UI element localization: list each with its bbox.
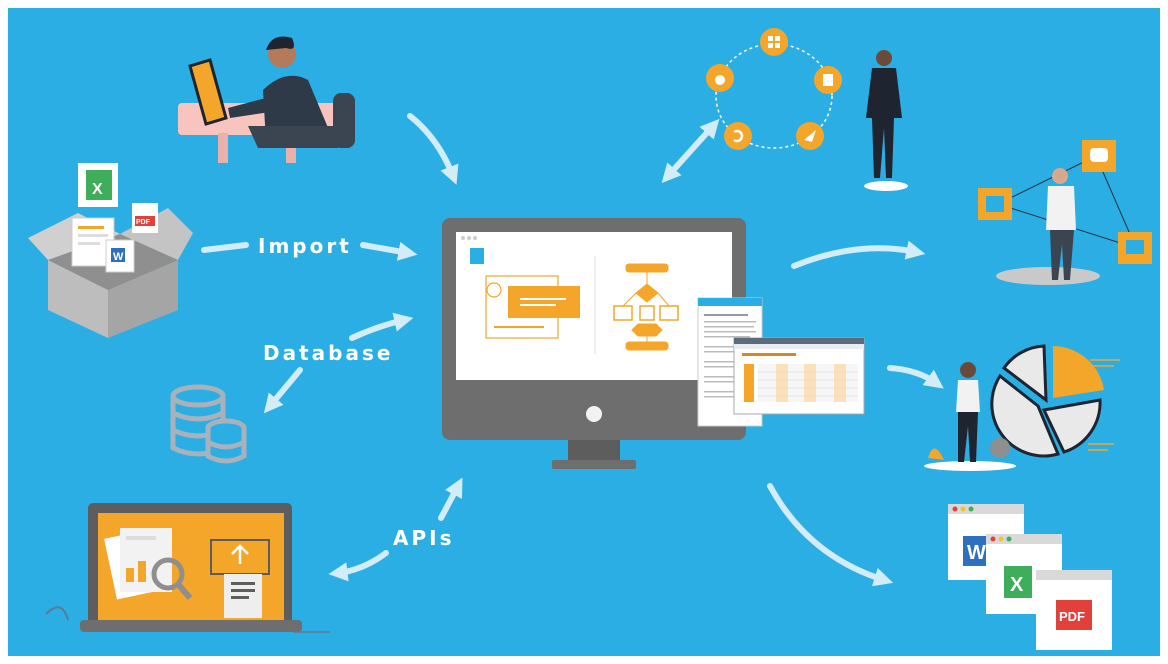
arrow-network bbox=[791, 240, 926, 269]
excel-file-badge: X bbox=[1010, 574, 1024, 596]
import-excel-badge: X bbox=[92, 181, 103, 198]
arrow-apis-in bbox=[438, 477, 463, 521]
arrow-chart bbox=[887, 365, 944, 389]
app-platform-ring-icon bbox=[706, 28, 842, 150]
import-box-icon bbox=[28, 163, 193, 338]
import-label: Import bbox=[258, 234, 352, 258]
network-person-icon bbox=[978, 140, 1152, 285]
spreadsheet-window bbox=[733, 337, 865, 415]
arrow-import-left bbox=[201, 242, 249, 253]
person-at-laptop-icon bbox=[178, 36, 355, 163]
pdf-file-badge: PDF bbox=[1059, 609, 1085, 624]
database-label: Database bbox=[263, 341, 394, 365]
diagram-canvas: X W PDF W X PDF bbox=[28, 28, 1152, 650]
standing-person-icon bbox=[864, 50, 908, 191]
arrow-import bbox=[360, 241, 418, 261]
arrow-files bbox=[767, 483, 894, 587]
laptop-upload-icon bbox=[45, 503, 330, 633]
import-pdf-badge: PDF bbox=[136, 219, 151, 226]
pie-chart-person-icon bbox=[924, 344, 1120, 471]
word-file-badge: W bbox=[967, 542, 986, 564]
arrow-apis-out bbox=[328, 550, 389, 582]
arrow-database-in bbox=[349, 312, 414, 341]
arrow-platforms bbox=[661, 118, 720, 184]
import-word-badge: W bbox=[113, 251, 124, 263]
apis-label: APIs bbox=[393, 526, 455, 550]
arrow-from-user bbox=[407, 113, 459, 185]
database-icon bbox=[170, 384, 247, 464]
arrow-database-out bbox=[263, 367, 303, 414]
integration-diagram: X W PDF W X PDF Import Database APIs bbox=[8, 8, 1160, 656]
office-files-icon bbox=[948, 504, 1112, 650]
